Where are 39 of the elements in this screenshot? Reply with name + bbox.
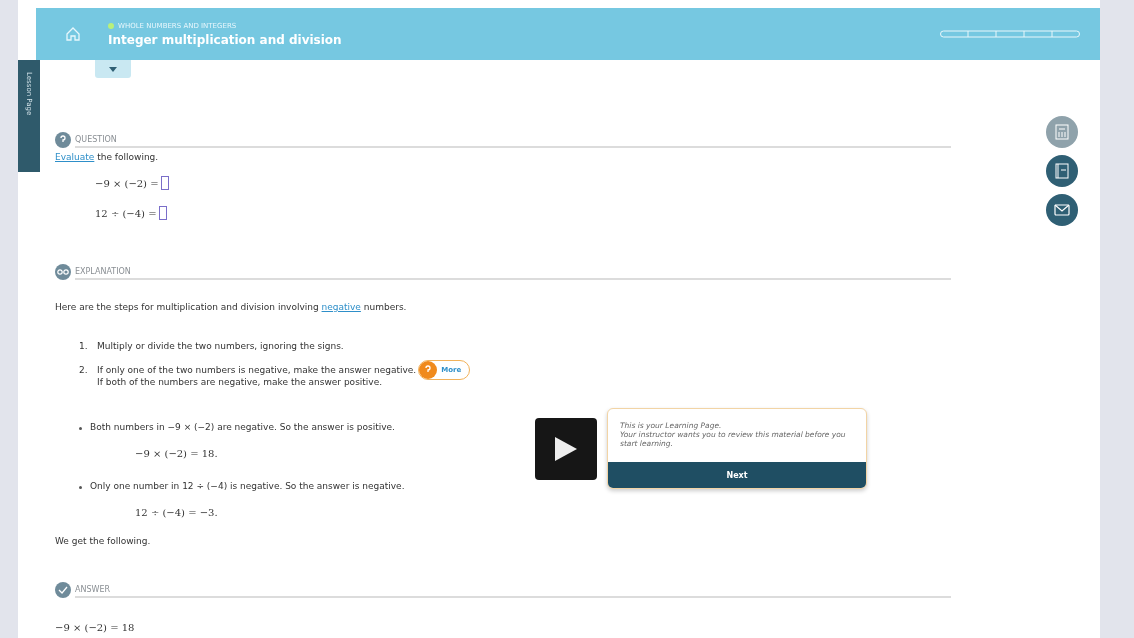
- dropdown-toggle[interactable]: [95, 60, 131, 78]
- help-icon: [419, 361, 438, 379]
- ebook-button[interactable]: [1046, 155, 1078, 187]
- glossary-link[interactable]: negative: [321, 302, 361, 312]
- explanation-intro: Here are the steps for multiplication and division involving negative numbers.: [55, 302, 407, 312]
- video-thumbnail[interactable]: [535, 417, 597, 480]
- step-number: 2.: [79, 364, 89, 376]
- question-prompt: Evaluate the following.: [55, 152, 159, 162]
- conclusion-text: We get the following.: [55, 536, 151, 546]
- section-heading: EXPLANATION: [75, 267, 951, 280]
- step-text: If only one of the two numbers is negative, make the answer negative.: [97, 364, 417, 376]
- step-text: Multiply or divide the two numbers, ignoring the signs.: [97, 340, 344, 352]
- equation: −9 × (−2) =: [95, 177, 159, 189]
- check-icon: [55, 582, 71, 598]
- answer-box[interactable]: [158, 206, 167, 220]
- book-icon: [1055, 163, 1069, 179]
- question-icon: [55, 132, 71, 148]
- calculator-icon: [1055, 124, 1069, 140]
- message-button[interactable]: [1046, 194, 1078, 226]
- envelope-icon: [1054, 204, 1070, 216]
- bullet-text: Only one number in 12 ÷ (−4) is negative. So the answer is negative.: [90, 481, 405, 491]
- bullet-icon: [79, 427, 82, 430]
- section-heading: QUESTION: [75, 135, 951, 148]
- glossary-link[interactable]: Evaluate: [55, 152, 95, 162]
- equation: −9 × (−2) = 18.: [135, 448, 218, 459]
- play-icon: [555, 436, 577, 461]
- answer-box[interactable]: [160, 176, 169, 190]
- equation: 12 ÷ (−4) = −3.: [135, 507, 218, 518]
- lesson-title: Integer multiplication and division: [108, 32, 343, 47]
- section-heading: ANSWER: [75, 585, 951, 598]
- equation: 12 ÷ (−4) =: [95, 207, 157, 219]
- step-text: If both of the numbers are negative, make the answer positive.: [97, 376, 383, 388]
- bullet-text: Both numbers in −9 × (−2) are negative. So the answer is positive.: [90, 422, 395, 432]
- next-button[interactable]: Next: [608, 462, 866, 488]
- bullet-icon: [79, 486, 82, 489]
- glasses-icon: [55, 264, 71, 280]
- caret-icon: [109, 66, 117, 72]
- step-number: 1.: [79, 340, 89, 352]
- equation: −9 × (−2) = 18: [55, 622, 135, 633]
